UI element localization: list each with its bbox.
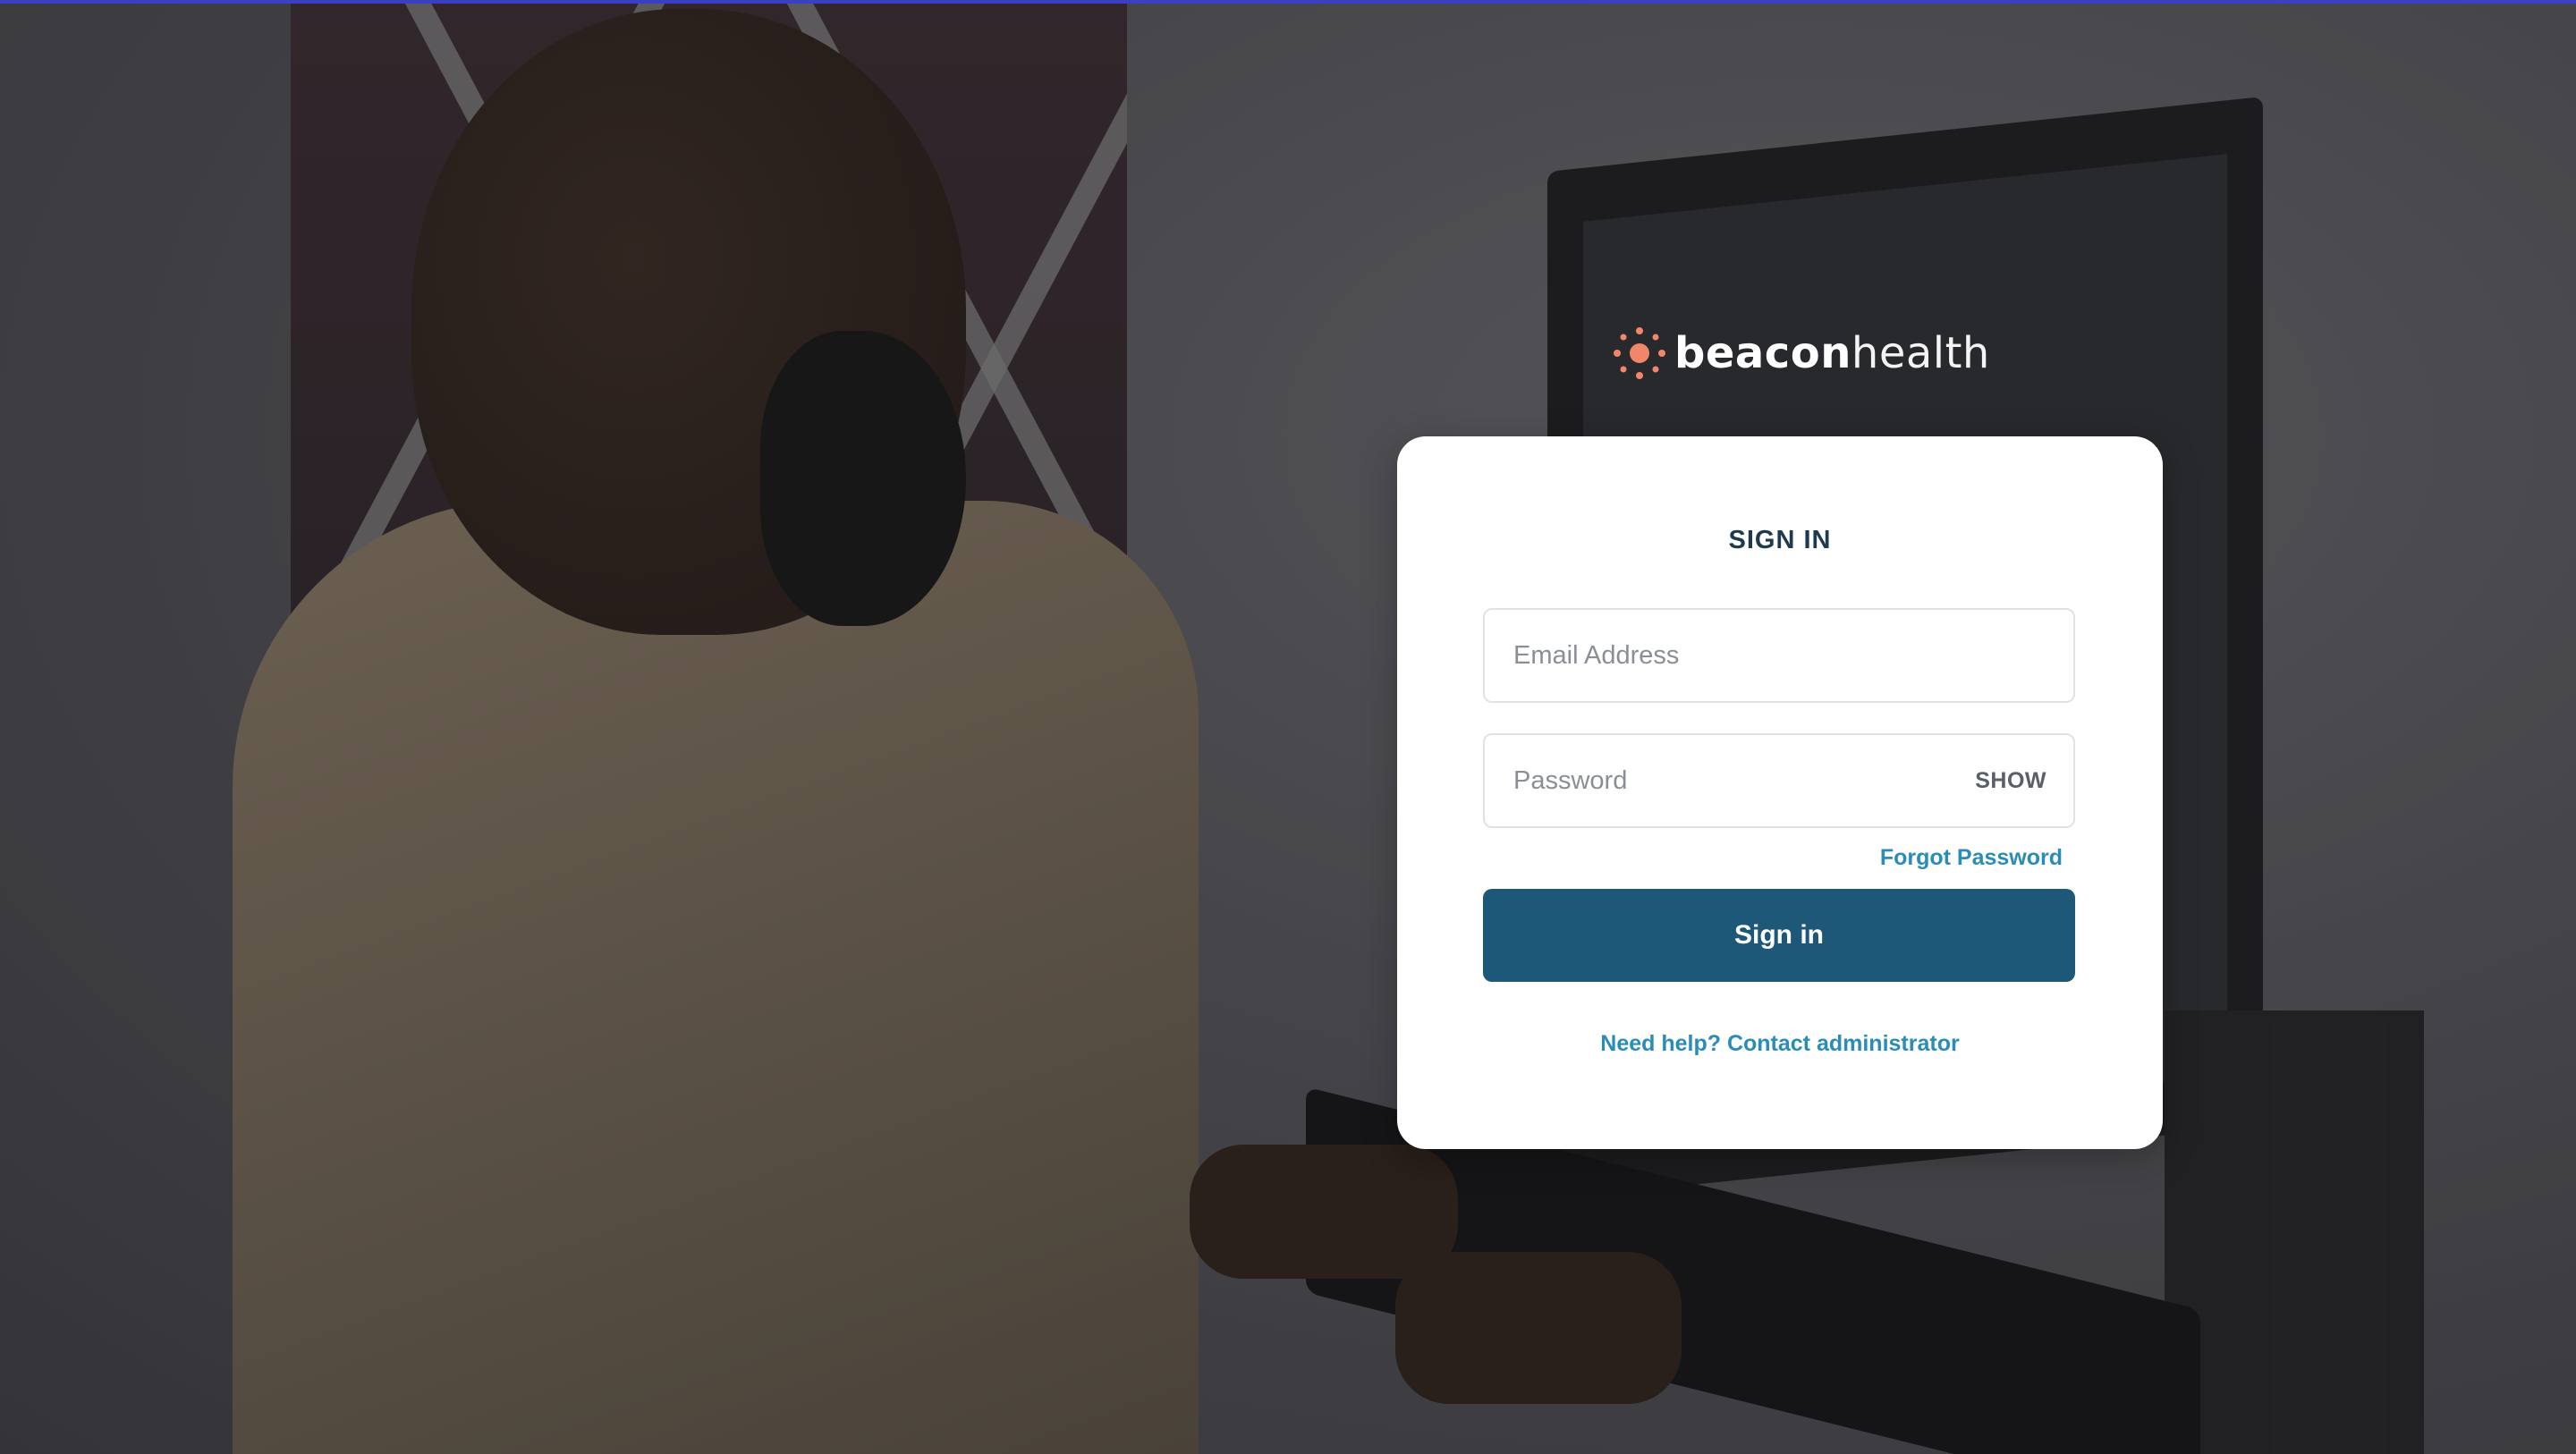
forgot-password-link[interactable]: Forgot Password: [1880, 845, 2063, 871]
background-photo: [0, 0, 2576, 1454]
show-password-button[interactable]: SHOW: [1975, 735, 2046, 826]
brand-logo: beaconhealth: [1612, 324, 1990, 383]
password-field[interactable]: SHOW: [1483, 733, 2075, 828]
contact-admin-link[interactable]: Need help? Contact administrator: [1397, 1031, 2163, 1057]
signin-title: SIGN IN: [1728, 526, 1832, 554]
brand-name: beaconhealth: [1674, 328, 1990, 378]
signin-card: SIGN IN SHOW Forgot Password Sign in Nee…: [1397, 436, 2163, 1149]
top-accent-line: [0, 0, 2576, 4]
brand-name-light: health: [1851, 328, 1990, 378]
email-field[interactable]: [1483, 608, 2075, 703]
sun-icon: [1612, 325, 1667, 381]
background-overlay: [0, 0, 2576, 1454]
email-input[interactable]: [1485, 610, 2073, 701]
sign-in-button[interactable]: Sign in: [1483, 889, 2075, 982]
brand-name-bold: beacon: [1674, 328, 1852, 378]
